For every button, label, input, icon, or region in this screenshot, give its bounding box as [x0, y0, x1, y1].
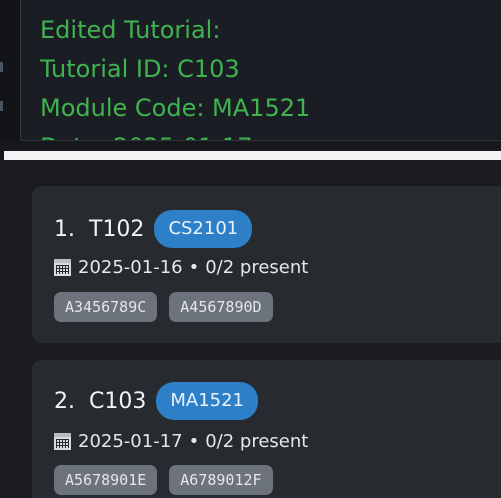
tutorial-meta: 2025-01-16 • 0/2 present	[54, 257, 308, 278]
student-tag: A6789012F	[169, 465, 273, 495]
student-tag: A5678901E	[54, 465, 158, 495]
tutorial-index: 2.	[54, 388, 75, 414]
result-line-module-code: Module Code: MA1521	[40, 94, 311, 122]
meta-separator: •	[188, 431, 200, 452]
student-tag: A3456789C	[54, 292, 158, 322]
left-gutter	[0, 0, 20, 141]
tutorial-date: 2025-01-17	[78, 431, 183, 452]
split-pane-divider[interactable]	[4, 151, 501, 160]
result-line-tutorial-id: Tutorial ID: C103	[40, 55, 240, 83]
tutorial-meta: 2025-01-17 • 0/2 present	[54, 431, 308, 452]
module-code-badge: MA1521	[156, 382, 259, 420]
calendar-icon	[54, 259, 71, 276]
student-tag: A4567890D	[169, 292, 273, 322]
tutorial-id: C103	[89, 388, 147, 414]
meta-separator: •	[188, 257, 200, 278]
tutorial-id: T102	[89, 216, 145, 242]
module-code-badge: CS2101	[154, 210, 253, 248]
tutorial-card[interactable]: 1. T102 CS2101 2025-01-16 • 0/2 present …	[32, 186, 501, 343]
student-tag-list: A5678901E A6789012F	[54, 465, 273, 495]
tutorial-index: 1.	[54, 216, 75, 242]
attendance-count: 0/2 present	[205, 257, 309, 278]
app-window: Edited Tutorial: Tutorial ID: C103 Modul…	[0, 0, 501, 498]
tutorial-date: 2025-01-16	[78, 257, 183, 278]
result-line-date: Date: 2025-01-17	[40, 133, 253, 140]
attendance-count: 0/2 present	[205, 431, 309, 452]
tutorial-card[interactable]: 2. C103 MA1521 2025-01-17 • 0/2 present …	[32, 360, 501, 498]
gutter-tick	[0, 101, 3, 111]
result-display[interactable]: Edited Tutorial: Tutorial ID: C103 Modul…	[20, 0, 501, 141]
student-tag-list: A3456789C A4567890D	[54, 292, 273, 322]
calendar-icon	[54, 433, 71, 450]
result-line-title: Edited Tutorial:	[40, 16, 221, 44]
gutter-tick	[0, 62, 3, 72]
tutorial-card-header: 1. T102 CS2101	[54, 210, 253, 248]
tutorial-card-header: 2. C103 MA1521	[54, 382, 259, 420]
